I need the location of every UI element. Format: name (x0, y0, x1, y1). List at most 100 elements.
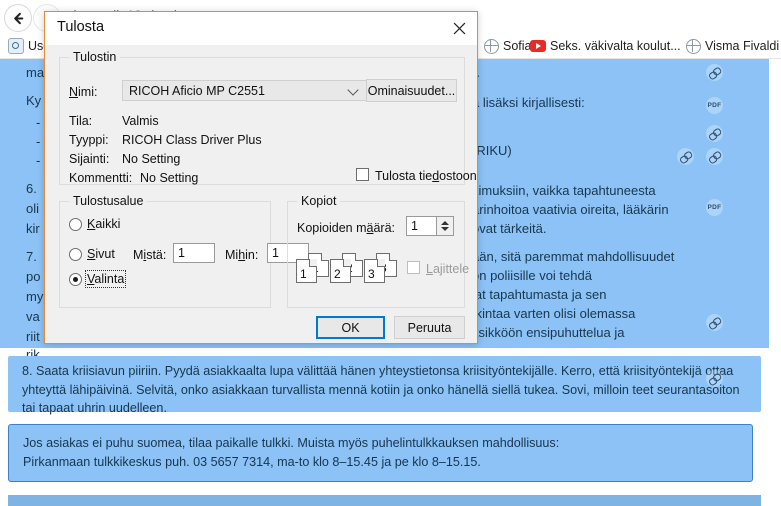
text-fragment: my (26, 289, 44, 304)
text-fragment: ään, sitä paremmat mahdollisuudet (472, 249, 675, 264)
note-line-1: Jos asiakas ei puhu suomea, tilaa paikal… (23, 436, 560, 450)
scrollbar-gutter[interactable] (769, 59, 781, 506)
printer-comment-value: No Setting (140, 171, 199, 185)
paragraph-8-text: 8. Saata kriisiavun piiriin. Pyydä asiak… (22, 364, 740, 415)
text-fragment: kir (26, 221, 40, 236)
print-to-file-label: Tulosta tiedostoon (375, 169, 477, 183)
link-icon[interactable] (677, 148, 694, 165)
collate-preview-pair-2: 2 2 (330, 253, 364, 283)
collate-preview-pair-3: 3 3 (364, 253, 398, 283)
print-range-legend: Tulostusalue (69, 194, 148, 208)
close-icon[interactable] (446, 16, 472, 40)
browser-window: ninen_yli_18v.html Use Sofia Seks. väkiv… (0, 0, 781, 506)
ok-button-label: OK (341, 320, 360, 335)
text-fragment: a lisäksi kirjallisesti: (472, 95, 585, 110)
bookmark-label: Seks. väkivalta koulut... (550, 39, 681, 53)
range-to-value: 1 (272, 246, 279, 260)
bookmark-item-visma-fivaldi[interactable]: Visma Fivaldi s (686, 37, 781, 55)
text-fragment: lat tapahtumasta ja sen (472, 287, 607, 302)
copies-group-legend: Kopiot (297, 194, 341, 208)
copies-count-label: Kopioiden määrä: (297, 221, 395, 235)
collate-label: Lajittele (426, 262, 470, 276)
text-fragment: riit (26, 329, 40, 344)
text-fragment: tkintaa varten olisi olemassa (472, 306, 636, 321)
range-radio-sivut-label[interactable]: Sivut (87, 247, 115, 261)
text-fragment: oli (26, 201, 40, 216)
link-icon[interactable] (706, 64, 723, 81)
print-to-file-checkbox[interactable] (356, 168, 369, 181)
text-fragment: ärinhoitoa vaativia oireita, lääkärin (472, 202, 669, 217)
text-fragment: ksikköön ensipuhuttelua ja (472, 325, 625, 340)
range-radio-kaikki-label[interactable]: Kaikki (87, 217, 120, 231)
range-radio-valinta-label[interactable]: Valinta (84, 270, 127, 288)
text-fragment: - (36, 115, 41, 130)
user-icon (8, 38, 24, 54)
link-icon[interactable] (706, 314, 723, 331)
stepper-down-icon[interactable] (441, 227, 449, 231)
dialog-title: Tulosta (57, 19, 105, 35)
range-from-value: 1 (178, 246, 185, 260)
back-button[interactable] (4, 4, 32, 32)
text-fragment: Ky (26, 93, 42, 108)
cancel-button[interactable]: Peruuta (394, 316, 465, 339)
close-x-icon (453, 22, 465, 34)
ok-button[interactable]: OK (316, 316, 385, 339)
text-fragment: ön poliisille voi tehdä (472, 268, 592, 283)
bookmark-item-sofia[interactable]: Sofia (484, 37, 532, 55)
chevron-down-icon (349, 86, 358, 95)
bookmark-label: Sofia (503, 39, 532, 53)
text-fragment: 7. (26, 249, 37, 264)
text-fragment: 6. (26, 181, 37, 196)
interpreter-note-box: Jos asiakas ei puhu suomea, tilaa paikal… (8, 424, 753, 482)
text-fragment: va (26, 309, 40, 324)
printer-location-label: Sijainti: (69, 152, 110, 166)
bookmark-item-seks-vakivalta[interactable]: Seks. väkivalta koulut... (530, 37, 681, 55)
print-dialog: Tulosta Tulostin Nimi: RICOH Aficio MP C… (44, 11, 478, 344)
copies-count-value: 1 (411, 219, 418, 233)
range-radio-kaikki[interactable] (69, 218, 82, 231)
collate-sheet-front: 1 (296, 259, 317, 283)
printer-properties-button[interactable]: Ominaisuudet... (366, 79, 457, 102)
copies-count-stepper[interactable] (437, 216, 454, 236)
printer-status-value: Valmis (122, 114, 159, 128)
pdf-icon[interactable]: PDF (706, 199, 723, 216)
printer-group: Tulostin (59, 50, 465, 185)
link-icon[interactable] (706, 125, 723, 142)
pdf-icon[interactable]: PDF (706, 97, 723, 114)
printer-comment-label: Kommentti: (69, 171, 133, 185)
page-bottom-strip (8, 495, 761, 506)
link-icon[interactable] (706, 370, 723, 387)
printer-location-value: No Setting (122, 152, 181, 166)
collate-sheet-front: 2 (330, 259, 351, 283)
collate-preview-pair-1: 1 1 (296, 253, 330, 283)
printer-type-label: Tyyppi: (69, 133, 109, 147)
text-fragment: po (26, 269, 41, 284)
stepper-up-icon[interactable] (441, 221, 449, 225)
printer-type-value: RICOH Class Driver Plus (122, 133, 262, 147)
paragraph-8-block: 8. Saata kriisiavun piiriin. Pyydä asiak… (8, 356, 761, 415)
collate-checkbox[interactable] (407, 261, 420, 274)
text-fragment: kimuksiin, vaikka tapahtuneesta (472, 183, 656, 198)
text-fragment: ma (26, 65, 45, 80)
printer-name-label: Nimi: (69, 85, 98, 99)
globe-icon (686, 38, 701, 54)
link-icon[interactable] (706, 148, 723, 165)
youtube-icon (530, 40, 546, 52)
text-fragment: - (36, 153, 41, 168)
range-radio-valinta[interactable] (69, 273, 82, 286)
cancel-button-label: Peruuta (407, 320, 452, 335)
range-to-label: Mihin: (225, 248, 259, 262)
printer-status-label: Tila: (69, 114, 93, 128)
text-fragment: - (36, 134, 41, 149)
printer-name-value: RICOH Aficio MP C2551 (129, 83, 265, 98)
range-from-label: Mistä: (133, 248, 167, 262)
range-from-input[interactable]: 1 (173, 243, 215, 263)
globe-icon (484, 38, 499, 54)
range-radio-sivut[interactable] (69, 248, 82, 261)
collate-sheet-front: 3 (364, 259, 385, 283)
printer-group-legend: Tulostin (69, 50, 121, 64)
note-line-2: Pirkanmaan tulkkikeskus puh. 03 5657 731… (23, 455, 481, 469)
copies-count-input[interactable]: 1 (406, 216, 437, 236)
printer-name-combobox[interactable]: RICOH Aficio MP C2551 (122, 80, 367, 101)
back-arrow-icon (13, 12, 23, 24)
